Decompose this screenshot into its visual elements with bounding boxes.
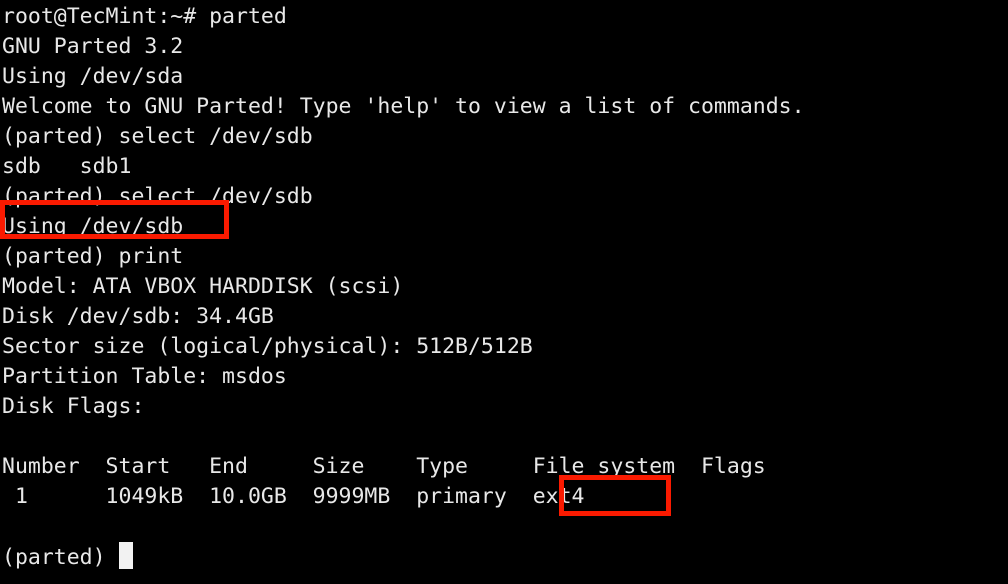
terminal-line-select-sdb-2: (parted) select /dev/sdb [2, 184, 313, 209]
terminal-line-prompt-parted: root@TecMint:~# parted [2, 4, 287, 29]
terminal-window[interactable]: root@TecMint:~# parted GNU Parted 3.2 Us… [0, 0, 1008, 584]
terminal-line-device-completions: sdb sdb1 [2, 154, 132, 179]
terminal-line-disk-size: Disk /dev/sdb: 34.4GB [2, 304, 274, 329]
terminal-line-partition-table: Partition Table: msdos [2, 364, 287, 389]
terminal-line-model: Model: ATA VBOX HARDDISK (scsi) [2, 274, 404, 299]
terminal-line-version: GNU Parted 3.2 [2, 34, 184, 59]
text-cursor [118, 542, 133, 569]
partition-table-row: 1 1049kB 10.0GB 9999MB primary ext4 [2, 484, 585, 509]
parted-prompt-label: (parted) [2, 545, 119, 570]
terminal-final-prompt-line: (parted) [0, 542, 1008, 572]
terminal-line-print-command: (parted) print [2, 244, 184, 269]
terminal-screen: root@TecMint:~# parted GNU Parted 3.2 Us… [0, 2, 1008, 572]
terminal-line-blank-1 [0, 422, 1008, 452]
terminal-line-welcome: Welcome to GNU Parted! Type 'help' to vi… [2, 94, 805, 119]
terminal-line-blank-2 [0, 512, 1008, 542]
partition-table-header-row: Number Start End Size Type File system F… [2, 454, 766, 479]
terminal-line-sector-size: Sector size (logical/physical): 512B/512… [2, 334, 533, 359]
terminal-line-disk-flags: Disk Flags: [2, 394, 145, 419]
terminal-line-select-sdb-1: (parted) select /dev/sdb [2, 124, 313, 149]
terminal-line-using-sdb: Using /dev/sdb [2, 214, 184, 239]
terminal-line-using-sda: Using /dev/sda [2, 64, 184, 89]
